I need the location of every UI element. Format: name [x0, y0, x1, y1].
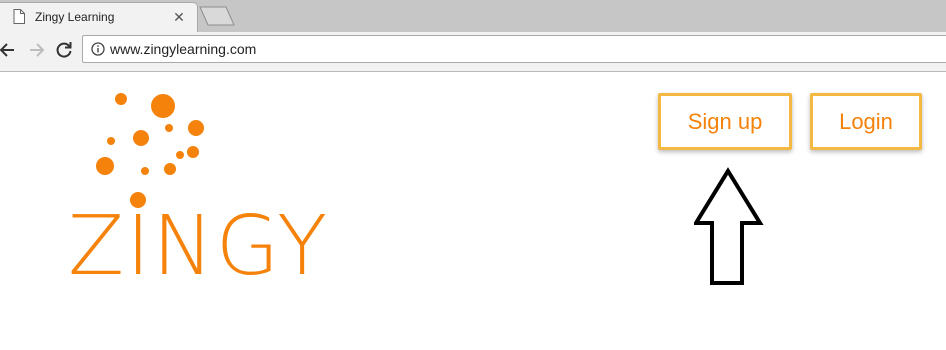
arrow-left-icon[interactable] — [0, 38, 20, 62]
url-text: www.zingylearning.com — [110, 41, 257, 57]
address-bar[interactable]: www.zingylearning.com — [82, 35, 946, 63]
close-icon[interactable]: ✕ — [171, 9, 187, 25]
arrow-up-outline-icon — [694, 167, 764, 285]
info-icon[interactable] — [91, 42, 105, 56]
new-tab-button[interactable] — [198, 6, 236, 26]
tab-title: Zingy Learning — [35, 10, 115, 24]
zingy-logo[interactable]: ZINGY — [60, 73, 360, 313]
logo-text: ZINGY — [68, 199, 330, 294]
login-label: Login — [839, 108, 893, 134]
sign-up-button[interactable]: Sign up — [658, 93, 792, 150]
sign-up-label: Sign up — [687, 108, 763, 134]
arrow-right-icon[interactable] — [24, 38, 48, 62]
login-button[interactable]: Login — [810, 93, 922, 150]
page-icon — [13, 9, 25, 24]
reload-icon[interactable] — [52, 38, 76, 62]
browser-tab[interactable]: Zingy Learning ✕ — [0, 2, 198, 32]
page-content: ZINGY Sign up Login — [0, 73, 946, 350]
tab-strip: Zingy Learning ✕ — [0, 0, 946, 32]
browser-toolbar: www.zingylearning.com — [0, 32, 946, 72]
logo-dots-icon — [96, 93, 204, 208]
